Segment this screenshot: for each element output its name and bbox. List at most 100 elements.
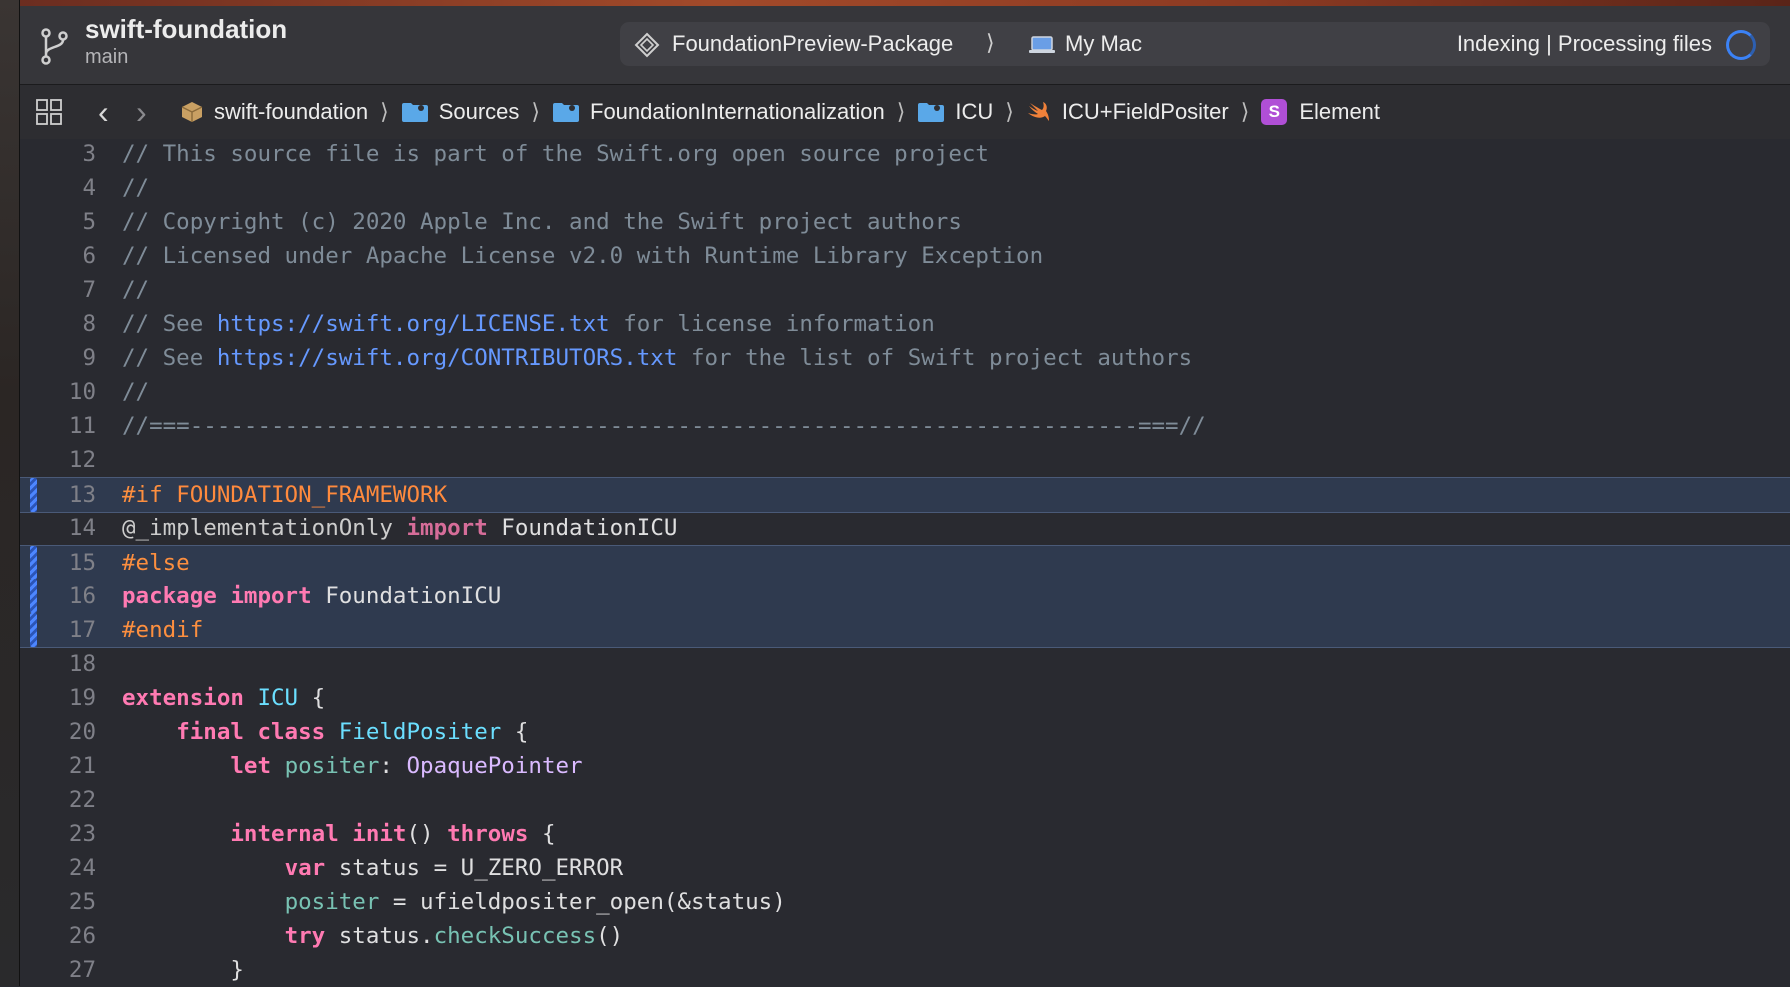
code-token: // bbox=[122, 379, 150, 405]
line-number: 23 bbox=[68, 821, 96, 847]
crumb-sources[interactable]: Sources bbox=[401, 99, 520, 125]
chevron-right-icon: ⟩ bbox=[896, 99, 906, 124]
code-token: } bbox=[122, 957, 244, 983]
line-number: 5 bbox=[82, 209, 96, 235]
crumb-project[interactable]: swift-foundation bbox=[180, 99, 368, 125]
crumb-file[interactable]: ICU+FieldPositer bbox=[1026, 99, 1229, 125]
crumb-module[interactable]: FoundationInternationalization bbox=[552, 99, 885, 125]
project-name[interactable]: swift-foundation bbox=[85, 14, 287, 45]
jump-bar: ‹ › swift-foundation ⟩ Sources ⟩ Foundat… bbox=[20, 85, 1790, 140]
code-text: extension ICU { bbox=[122, 681, 325, 715]
code-line[interactable]: 19 extension ICU { bbox=[20, 681, 1790, 715]
code-text: // This source file is part of the Swift… bbox=[122, 137, 989, 171]
line-number: 8 bbox=[82, 311, 96, 337]
code-line[interactable]: 9 // See https://swift.org/CONTRIBUTORS.t… bbox=[20, 341, 1790, 375]
navigator-edge bbox=[0, 0, 20, 986]
code-token: for license information bbox=[609, 311, 935, 337]
code-token: status. bbox=[325, 923, 434, 949]
code-token: FOUNDATION_FRAMEWORK bbox=[176, 482, 448, 508]
line-number: 20 bbox=[68, 719, 96, 745]
code-line[interactable]: 7 // bbox=[20, 273, 1790, 307]
swift-file-icon bbox=[1027, 102, 1049, 121]
code-token: https://swift.org/LICENSE.txt bbox=[216, 311, 610, 337]
line-number: 18 bbox=[68, 651, 96, 677]
code-line[interactable]: 27 } bbox=[20, 953, 1790, 987]
code-token: // See bbox=[122, 345, 217, 371]
code-token: // Copyright (c) 2020 Apple Inc. and the… bbox=[122, 209, 962, 235]
code-token: status = U_ZERO_ERROR bbox=[325, 855, 624, 881]
forward-chevron-icon[interactable]: › bbox=[136, 94, 147, 131]
code-token: () bbox=[596, 923, 624, 949]
code-text: @_implementationOnly import FoundationIC… bbox=[122, 511, 677, 545]
code-line[interactable]: 15 #else bbox=[20, 545, 1790, 580]
code-token: positer bbox=[284, 753, 380, 779]
chevron-right-icon: ⟩ bbox=[531, 99, 540, 124]
crumb-label: ICU+FieldPositer bbox=[1061, 99, 1229, 124]
code-line[interactable]: 14 @_implementationOnly import Foundation… bbox=[20, 511, 1790, 545]
code-line[interactable]: 16 package import FoundationICU bbox=[20, 579, 1790, 613]
activity-status: Indexing | Processing files bbox=[1456, 31, 1712, 56]
code-line[interactable]: 17 #endif bbox=[20, 613, 1790, 648]
code-line[interactable]: 21 let positer: OpaquePointer bbox=[20, 749, 1790, 783]
line-number: 10 bbox=[68, 379, 96, 405]
crumb-label: Sources bbox=[438, 99, 520, 124]
code-line[interactable]: 4 // bbox=[20, 171, 1790, 205]
line-number: 22 bbox=[68, 787, 96, 813]
code-line[interactable]: 10 // bbox=[20, 375, 1790, 409]
code-text: final class FieldPositer { bbox=[122, 715, 528, 749]
run-destination-selector[interactable]: My Mac bbox=[1065, 31, 1142, 57]
code-line[interactable]: 22 bbox=[20, 783, 1790, 817]
code-token: throws bbox=[447, 821, 529, 847]
code-token: // Licensed under Apache License v2.0 wi… bbox=[122, 243, 1044, 269]
code-line[interactable]: 20 final class FieldPositer { bbox=[20, 715, 1790, 749]
back-chevron-icon[interactable]: ‹ bbox=[98, 94, 109, 131]
code-text: #else bbox=[122, 546, 190, 580]
line-number: 12 bbox=[68, 447, 96, 473]
code-text: // See https://swift.org/LICENSE.txt for… bbox=[122, 307, 935, 341]
line-number: 4 bbox=[82, 175, 96, 201]
crumb-icu[interactable]: ICU bbox=[917, 99, 993, 125]
line-number: 24 bbox=[68, 855, 96, 881]
code-line[interactable]: 18 bbox=[20, 647, 1790, 681]
source-editor[interactable]: 3 // This source file is part of the Swif… bbox=[20, 139, 1790, 986]
code-token: #else bbox=[122, 550, 190, 576]
struct-icon: S bbox=[1261, 99, 1288, 125]
toolbar: swift-foundation main FoundationPreview-… bbox=[20, 6, 1790, 85]
line-number: 27 bbox=[68, 957, 96, 983]
line-number: 6 bbox=[82, 243, 96, 269]
scheme-selector[interactable]: FoundationPreview-Package bbox=[672, 31, 953, 57]
code-line[interactable]: 24 var status = U_ZERO_ERROR bbox=[20, 851, 1790, 885]
code-token: try bbox=[284, 923, 326, 949]
code-line[interactable]: 13 #if FOUNDATION_FRAMEWORK bbox=[20, 477, 1790, 513]
code-token: let bbox=[230, 753, 285, 779]
code-token: checkSuccess bbox=[433, 923, 597, 949]
code-line[interactable]: 11 //===---------------------------------… bbox=[20, 409, 1790, 443]
code-line[interactable]: 8 // See https://swift.org/LICENSE.txt fo… bbox=[20, 307, 1790, 341]
code-token: internal init bbox=[230, 821, 407, 847]
code-token: // This source file is part of the Swift… bbox=[122, 141, 989, 167]
line-number: 25 bbox=[68, 889, 96, 915]
code-token: = ufieldpositer_open(&status) bbox=[379, 889, 786, 915]
related-items-grid-icon[interactable] bbox=[36, 99, 62, 125]
code-token: { bbox=[298, 685, 326, 711]
code-text: // bbox=[122, 273, 149, 307]
code-line[interactable]: 12 bbox=[20, 443, 1790, 477]
code-text: positer = ufieldpositer_open(&status) bbox=[122, 885, 786, 919]
code-token: // See bbox=[122, 311, 217, 337]
code-line[interactable]: 3 // This source file is part of the Swif… bbox=[20, 137, 1790, 171]
code-token: { bbox=[501, 719, 529, 745]
code-line[interactable]: 23 internal init() throws { bbox=[20, 817, 1790, 851]
branch-name[interactable]: main bbox=[85, 46, 128, 69]
folder-icon bbox=[401, 103, 428, 122]
crumb-label: Element bbox=[1299, 99, 1381, 124]
progress-spinner-icon bbox=[1726, 30, 1756, 60]
code-line[interactable]: 6 // Licensed under Apache License v2.0 w… bbox=[20, 239, 1790, 273]
code-token: extension bbox=[122, 685, 258, 711]
branch-icon[interactable] bbox=[38, 26, 72, 66]
code-line[interactable]: 26 try status.checkSuccess() bbox=[20, 919, 1790, 953]
code-line[interactable]: 25 positer = ufieldpositer_open(&status) bbox=[20, 885, 1790, 919]
code-line[interactable]: 5 // Copyright (c) 2020 Apple Inc. and th… bbox=[20, 205, 1790, 239]
crumb-symbol[interactable]: S Element bbox=[1261, 99, 1380, 125]
